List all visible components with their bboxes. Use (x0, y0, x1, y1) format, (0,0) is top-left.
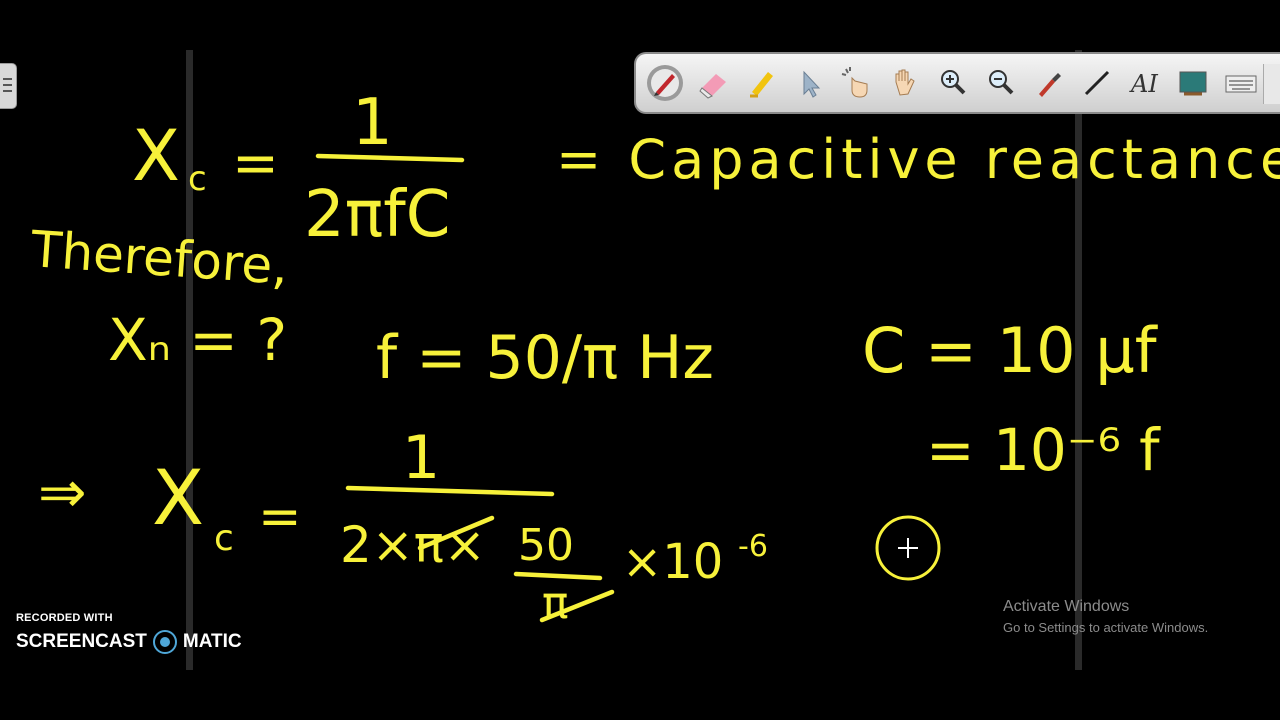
activation-title: Activate Windows (1003, 598, 1130, 615)
substitution-numerator: 1 (402, 423, 440, 493)
formula-main-meaning: = Capacitive reactance (556, 128, 1280, 191)
denominator-fraction-num: 50 (518, 520, 574, 571)
substitution-lhs: X (152, 453, 204, 542)
pen-cursor (875, 515, 941, 581)
pointer-icon[interactable] (790, 64, 828, 102)
record-dot-icon (152, 630, 177, 654)
substitution-fraction-bar (345, 485, 555, 497)
substitution-equals: = (258, 487, 302, 547)
formula-main-denominator: 2πfC (304, 178, 450, 252)
recorder-watermark: RECORDED WITH SCREENCAST MATIC (16, 612, 242, 654)
formula-main-numerator: 1 (352, 86, 393, 160)
formula-main-lhs-sub: c (188, 159, 207, 199)
color-picker-icon[interactable] (1030, 64, 1068, 102)
frequency-given: f = 50/π Hz (376, 323, 714, 393)
watermark-caption: RECORDED WITH (16, 612, 113, 624)
implies-arrow: ⇒ (38, 458, 87, 526)
substitution-denominator-left: 2×π× (340, 516, 486, 574)
denominator-fraction-den: π (542, 578, 569, 629)
therefore-label: Therefore, (28, 220, 290, 296)
activation-subtitle: Go to Settings to activate Windows. (1003, 620, 1209, 635)
toolbar-scroll-button[interactable] (1263, 64, 1280, 104)
substitution-exponent: -6 (738, 529, 768, 564)
substitution-lhs-sub: c (214, 518, 234, 559)
zoom-in-icon[interactable] (934, 64, 972, 102)
capacitance-converted: = 10⁻⁶ f (926, 416, 1161, 484)
watermark-brand: SCREENCAST MATIC (16, 630, 242, 654)
eraser-icon[interactable] (694, 64, 732, 102)
watermark-brand-left: SCREENCAST (16, 631, 147, 652)
zoom-out-icon[interactable] (982, 64, 1020, 102)
text-tool-label: AI (1129, 70, 1158, 98)
formula-main-fraction-bar (315, 153, 465, 163)
highlighter-icon[interactable] (742, 64, 780, 102)
whiteboard-icon[interactable] (1174, 64, 1212, 102)
annotation-toolbar: AI (634, 52, 1280, 114)
click-hand-icon[interactable] (838, 64, 876, 102)
formula-main-lhs: X (132, 115, 180, 197)
pan-hand-icon[interactable] (886, 64, 924, 102)
substitution-denominator-right: ×10 (622, 534, 723, 590)
capacitance-given: C = 10 μf (862, 314, 1159, 387)
xc-unknown: Xₙ = ? (108, 306, 287, 374)
windows-activation-notice: Activate Windows Go to Settings to activ… (1003, 598, 1208, 635)
formula-main-equals: = (232, 131, 279, 196)
substitution: ⇒ X c = 1 2×π× 50 π ×10 -6 (38, 423, 768, 629)
watermark-brand-right: MATIC (182, 631, 242, 652)
keyboard-icon[interactable] (1222, 64, 1260, 102)
line-icon[interactable] (1078, 64, 1116, 102)
pen-icon[interactable] (646, 64, 684, 102)
text-icon[interactable]: AI (1126, 64, 1164, 102)
